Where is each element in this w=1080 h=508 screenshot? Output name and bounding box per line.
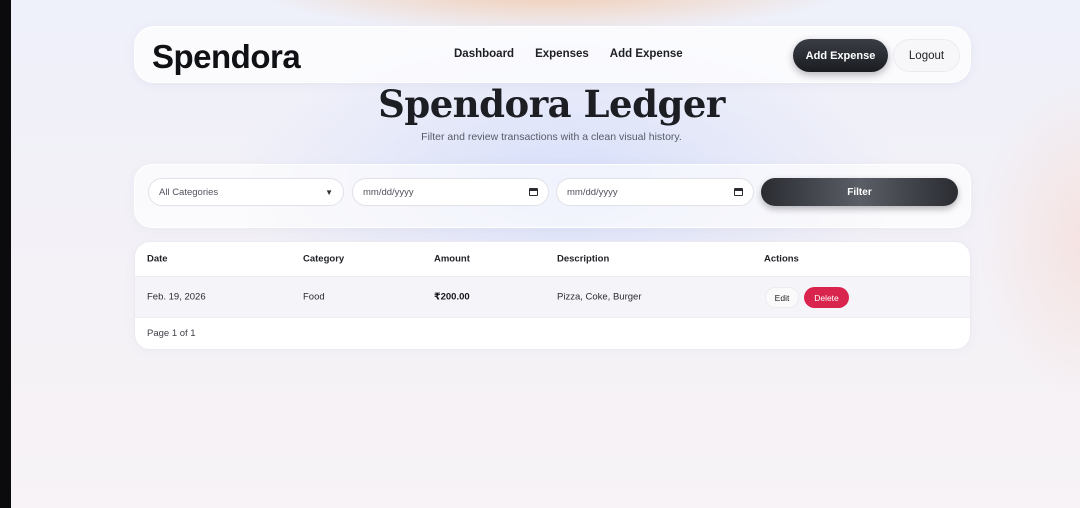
chevron-down-icon: ▼ [325, 187, 333, 197]
category-select-value: All Categories [159, 186, 219, 198]
end-date-placeholder: mm/dd/yyyy [567, 186, 618, 198]
pagination-info: Page 1 of 1 [147, 328, 196, 339]
row-description: Pizza, Coke, Burger [557, 291, 642, 303]
transactions-table: Date Category Amount Description Actions… [134, 241, 971, 350]
add-expense-button[interactable]: Add Expense [793, 39, 888, 72]
table-header-row: Date Category Amount Description Actions [135, 242, 970, 276]
header-date: Date [147, 253, 168, 265]
nav-links: Dashboard Expenses Add Expense [454, 48, 683, 60]
nav-link-expenses[interactable]: Expenses [535, 48, 589, 60]
logout-button[interactable]: Logout [893, 39, 960, 72]
header-category: Category [303, 253, 345, 265]
category-select[interactable]: All Categories ▼ [148, 178, 344, 206]
table-row: Feb. 19, 2026 Food ₹200.00 Pizza, Coke, … [135, 276, 970, 318]
row-category: Food [303, 291, 325, 303]
row-amount: ₹200.00 [434, 291, 470, 303]
calendar-icon[interactable] [529, 188, 538, 196]
header-amount: Amount [434, 253, 470, 265]
header-description: Description [557, 253, 610, 265]
filter-panel: All Categories ▼ mm/dd/yyyy mm/dd/yyyy F… [134, 164, 971, 228]
page-title: Spendora Ledger [378, 82, 725, 126]
filter-button[interactable]: Filter [761, 178, 958, 206]
calendar-icon[interactable] [734, 188, 743, 196]
brand-logo[interactable]: Spendora [152, 38, 301, 76]
left-edge-bar [0, 0, 11, 508]
end-date-input[interactable]: mm/dd/yyyy [556, 178, 754, 206]
nav-link-dashboard[interactable]: Dashboard [454, 48, 514, 60]
top-navbar: Spendora Dashboard Expenses Add Expense … [134, 26, 971, 83]
page-subtitle: Filter and review transactions with a cl… [421, 131, 682, 143]
delete-button[interactable]: Delete [804, 287, 849, 308]
header-actions: Actions [764, 253, 799, 265]
start-date-placeholder: mm/dd/yyyy [363, 186, 414, 198]
start-date-input[interactable]: mm/dd/yyyy [352, 178, 549, 206]
nav-link-add-expense[interactable]: Add Expense [610, 48, 683, 60]
edit-button[interactable]: Edit [765, 287, 799, 308]
row-date: Feb. 19, 2026 [147, 291, 206, 303]
